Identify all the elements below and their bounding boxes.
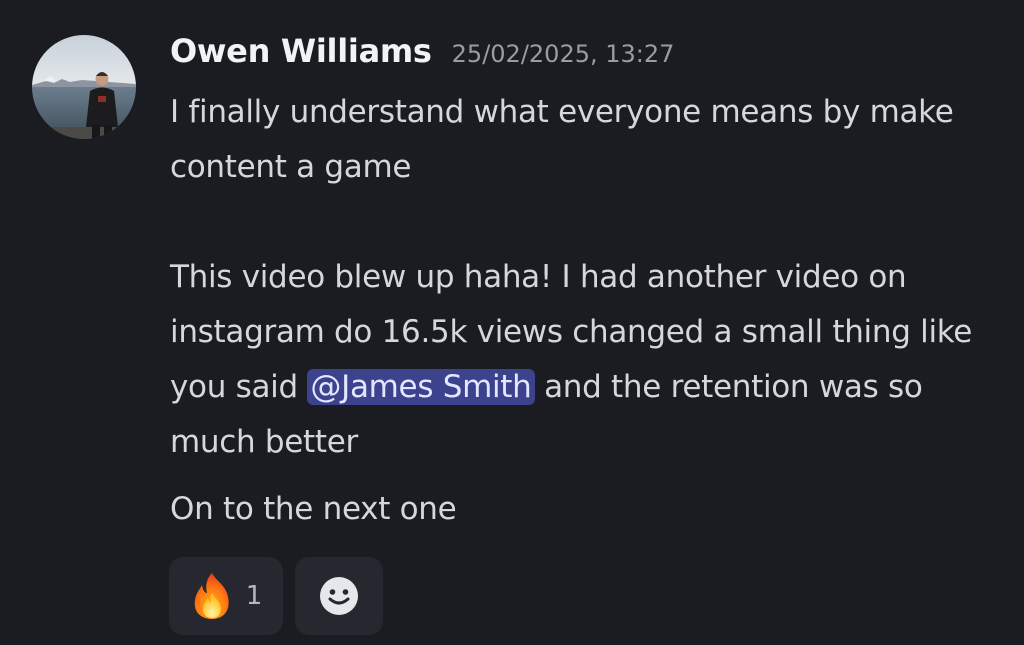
fire-reaction-button[interactable]: 1 [169,557,283,635]
add-reaction-button[interactable] [295,557,383,635]
reactions-bar: 1 [169,557,383,635]
chat-message: Owen Williams 25/02/2025, 13:27 I finally… [0,0,1024,645]
user-mention[interactable]: @James Smith [307,369,535,405]
reaction-count: 1 [245,581,263,611]
author-name[interactable]: Owen Williams [170,32,432,70]
fire-emoji-icon [194,573,229,619]
message-paragraph-2: This video blew up haha! I had another v… [170,250,1000,470]
message-paragraph-1: I finally understand what everyone means… [170,94,954,185]
message-timestamp: 25/02/2025, 13:27 [451,40,675,68]
avatar[interactable] [32,35,136,139]
message-header: Owen Williams 25/02/2025, 13:27 [170,32,674,70]
message-paragraph-3: On to the next one [170,491,457,527]
avatar-photo [32,35,136,139]
message-content: I finally understand what everyone means… [170,85,1000,537]
add-reaction-smiley-icon [320,577,358,615]
